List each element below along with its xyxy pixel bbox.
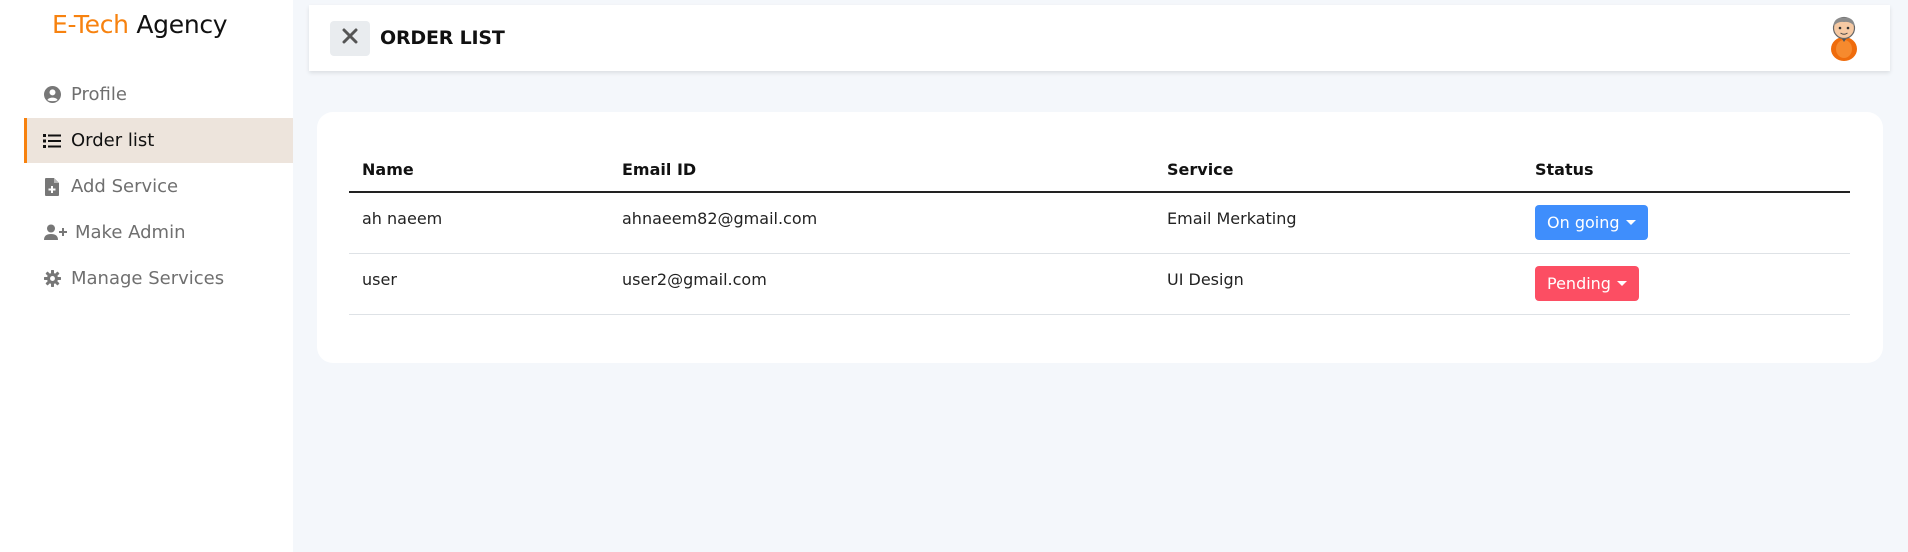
cell-service: Email Merkating — [1154, 192, 1522, 254]
close-icon — [342, 28, 358, 48]
sidebar-item-label: Order list — [71, 130, 155, 151]
sidebar-item-label: Profile — [71, 84, 127, 105]
cell-name: ah naeem — [349, 192, 609, 254]
cell-service: UI Design — [1154, 253, 1522, 315]
column-header-email: Email ID — [609, 148, 1154, 193]
table-row: user user2@gmail.com UI Design Pending — [349, 253, 1850, 315]
status-dropdown-button[interactable]: Pending — [1535, 265, 1639, 301]
cell-email: ahnaeem82@gmail.com — [609, 192, 1154, 254]
status-dropdown-button[interactable]: On going — [1535, 205, 1648, 240]
sidebar-item-add-service[interactable]: Add Service — [24, 164, 293, 209]
close-button[interactable] — [330, 20, 370, 56]
sidebar: E-Tech Agency Profile Order list Add Ser… — [0, 0, 293, 552]
avatar-icon — [1830, 16, 1858, 65]
table-row: ah naeem ahnaeem82@gmail.com Email Merka… — [349, 192, 1850, 254]
sidebar-item-label: Manage Services — [71, 268, 225, 289]
sidebar-item-profile[interactable]: Profile — [24, 72, 293, 117]
page-title: ORDER LIST — [380, 27, 505, 49]
top-bar: ORDER LIST — [309, 5, 1890, 71]
gear-icon — [43, 270, 61, 288]
user-plus-icon — [43, 224, 67, 242]
sidebar-item-manage-services[interactable]: Manage Services — [24, 256, 293, 301]
status-label: On going — [1547, 213, 1620, 232]
table-header-row: Name Email ID Service Status — [349, 148, 1850, 193]
status-label: Pending — [1547, 273, 1611, 293]
sidebar-item-make-admin[interactable]: Make Admin — [24, 210, 293, 255]
caret-down-icon — [1616, 280, 1627, 286]
column-header-name: Name — [349, 148, 609, 193]
caret-down-icon — [1625, 220, 1636, 225]
brand-logo[interactable]: E-Tech Agency — [52, 10, 228, 39]
order-list-card: Name Email ID Service Status ah naeem ah… — [317, 112, 1883, 363]
cell-email: user2@gmail.com — [609, 253, 1154, 315]
column-header-status: Status — [1522, 148, 1850, 193]
sidebar-nav: Profile Order list Add Service Make Admi… — [24, 72, 293, 302]
brand-accent: E-Tech — [52, 10, 129, 39]
sidebar-item-label: Add Service — [71, 176, 179, 197]
order-table: Name Email ID Service Status ah naeem ah… — [349, 148, 1850, 315]
list-icon — [43, 132, 61, 150]
sidebar-item-order-list[interactable]: Order list — [24, 118, 293, 163]
avatar[interactable] — [1830, 15, 1858, 65]
user-circle-icon — [43, 86, 61, 104]
cell-status: On going — [1522, 192, 1850, 254]
cell-status: Pending — [1522, 253, 1850, 315]
column-header-service: Service — [1154, 148, 1522, 193]
sidebar-item-label: Make Admin — [75, 222, 186, 243]
file-plus-icon — [43, 177, 61, 196]
cell-name: user — [349, 253, 609, 315]
brand-name: Agency — [128, 10, 228, 39]
